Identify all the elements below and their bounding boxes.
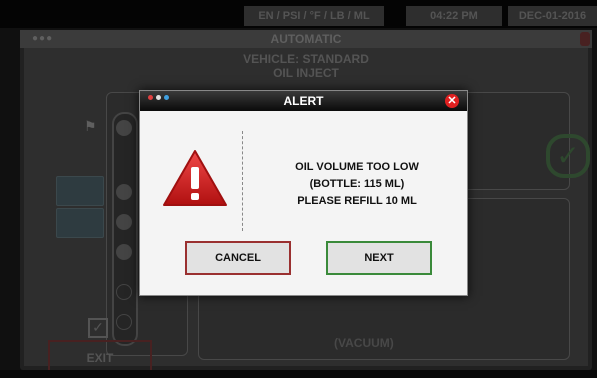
step-ring xyxy=(116,284,132,300)
window-title-bar: ●●● AUTOMATIC xyxy=(20,30,592,48)
close-icon[interactable]: ✕ xyxy=(445,94,459,108)
step-dot xyxy=(116,184,132,200)
gauge-box-1 xyxy=(56,176,104,206)
step-dot xyxy=(116,244,132,260)
alert-dialog: ALERT ✕ OIL VOLUME TOO LOW (BOTTLE: 115 … xyxy=(139,90,468,296)
message-line: PLEASE REFILL 10 ML xyxy=(297,195,417,207)
step-ring xyxy=(116,314,132,330)
gauge-box-2 xyxy=(56,208,104,238)
message-line: (BOTTLE: 115 ML) xyxy=(309,178,405,190)
progress-track xyxy=(112,112,138,346)
status-bar: EN / PSI / °F / LB / ML 04:22 PM DEC-01-… xyxy=(0,0,597,28)
footer-bar xyxy=(0,370,597,378)
warning-icon xyxy=(163,150,227,206)
cancel-button[interactable]: CANCEL xyxy=(185,241,291,275)
check-circle-icon: ✓ xyxy=(546,134,590,178)
date-display: DEC-01-2016 xyxy=(508,6,597,26)
units-display: EN / PSI / °F / LB / ML xyxy=(244,6,384,26)
message-line: OIL VOLUME TOO LOW xyxy=(295,161,419,173)
vacuum-label: (VACUUM) xyxy=(334,336,394,350)
mode-line: OIL INJECT xyxy=(273,66,339,80)
alert-title: ALERT xyxy=(283,94,324,108)
window-title: AUTOMATIC xyxy=(270,32,342,46)
checkered-flag-icon: ⚑ xyxy=(84,118,97,134)
step-dot xyxy=(116,120,132,136)
vehicle-info: VEHICLE: STANDARD OIL INJECT xyxy=(24,52,588,80)
window-close-icon[interactable] xyxy=(580,32,590,46)
step-dot xyxy=(116,214,132,230)
divider-line xyxy=(242,131,243,231)
checkbox-icon[interactable]: ✓ xyxy=(88,318,108,338)
alert-header: ALERT ✕ xyxy=(140,91,467,111)
window-dots-icon: ●●● xyxy=(32,33,54,44)
alert-message: OIL VOLUME TOO LOW (BOTTLE: 115 ML) PLEA… xyxy=(252,159,462,210)
time-display: 04:22 PM xyxy=(406,6,502,26)
next-button[interactable]: NEXT xyxy=(326,241,432,275)
vehicle-line: VEHICLE: STANDARD xyxy=(243,52,369,66)
